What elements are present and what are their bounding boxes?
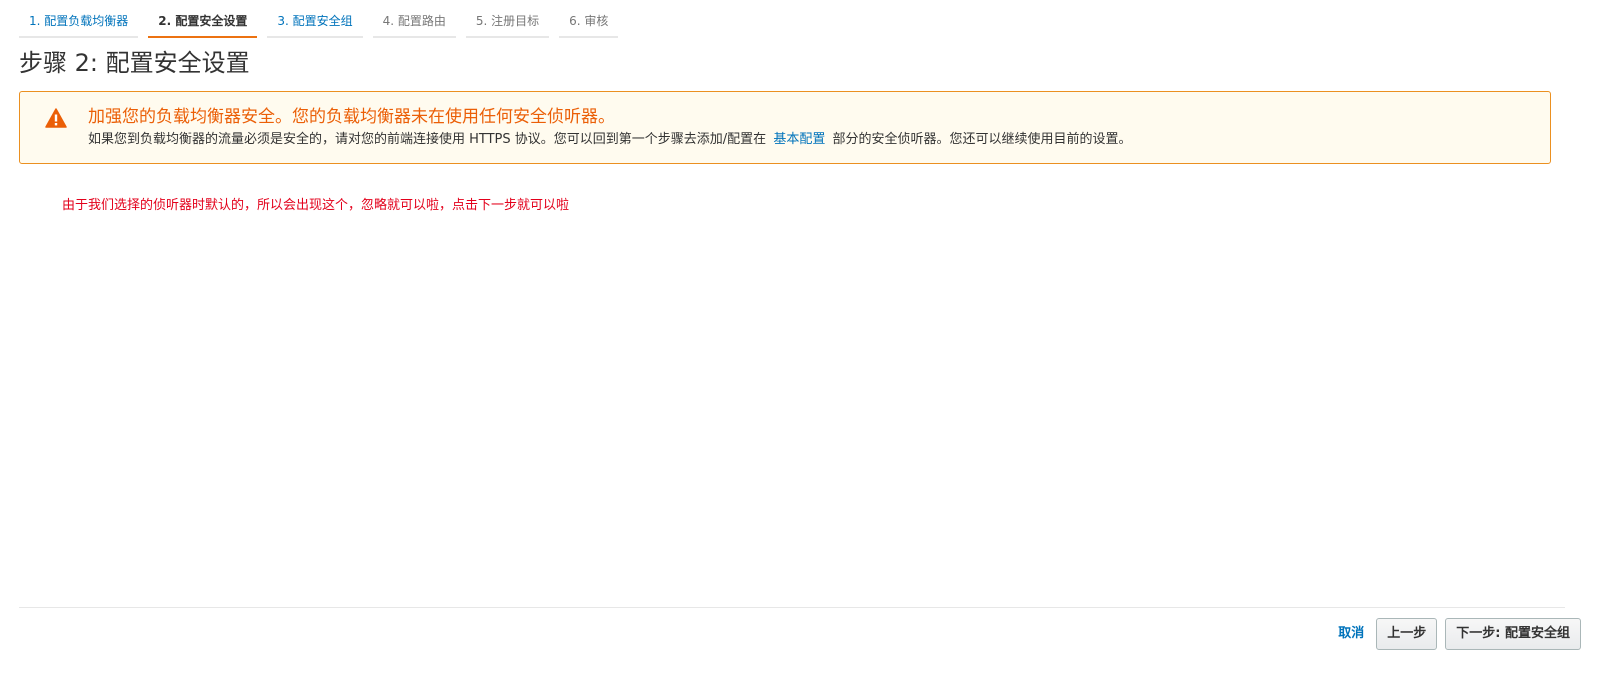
warning-message-text-before: 如果您到负载均衡器的流量必须是安全的，请对您的前端连接使用 HTTPS 协议。您…: [88, 132, 767, 147]
step-tab-6: 6. 审核: [559, 8, 619, 38]
basic-config-link[interactable]: 基本配置: [773, 132, 825, 147]
annotation-note: 由于我们选择的侦听器时默认的，所以会出现这个，忽略就可以啦，点击下一步就可以啦: [62, 198, 570, 213]
wizard-steps: 1. 配置负载均衡器 2. 配置安全设置 3. 配置安全组 4. 配置路由 5.…: [19, 8, 628, 38]
warning-triangle-icon: [45, 108, 67, 128]
step-tab-1[interactable]: 1. 配置负载均衡器: [19, 8, 139, 38]
warning-message-text-after: 部分的安全侦听器。您还可以继续使用目前的设置。: [832, 132, 1132, 147]
cancel-link[interactable]: 取消: [1338, 618, 1364, 650]
next-button[interactable]: 下一步: 配置安全组: [1445, 618, 1581, 650]
step-tab-2[interactable]: 2. 配置安全设置: [148, 8, 258, 38]
footer-divider: [19, 607, 1565, 608]
previous-button[interactable]: 上一步: [1376, 618, 1438, 650]
security-warning-alert: 加强您的负载均衡器安全。您的负载均衡器未在使用任何安全侦听器。 如果您到负载均衡…: [19, 91, 1551, 164]
step-tab-5: 5. 注册目标: [465, 8, 550, 38]
page: 1. 配置负载均衡器 2. 配置安全设置 3. 配置安全组 4. 配置路由 5.…: [0, 0, 1600, 675]
warning-message: 如果您到负载均衡器的流量必须是安全的，请对您的前端连接使用 HTTPS 协议。您…: [88, 131, 1131, 149]
page-title: 步骤 2: 配置安全设置: [19, 49, 250, 77]
warning-title: 加强您的负载均衡器安全。您的负载均衡器未在使用任何安全侦听器。: [88, 107, 615, 127]
step-tab-3[interactable]: 3. 配置安全组: [267, 8, 363, 38]
footer-actions: 取消 上一步 下一步: 配置安全组: [1338, 618, 1581, 650]
step-tab-4: 4. 配置路由: [372, 8, 456, 38]
